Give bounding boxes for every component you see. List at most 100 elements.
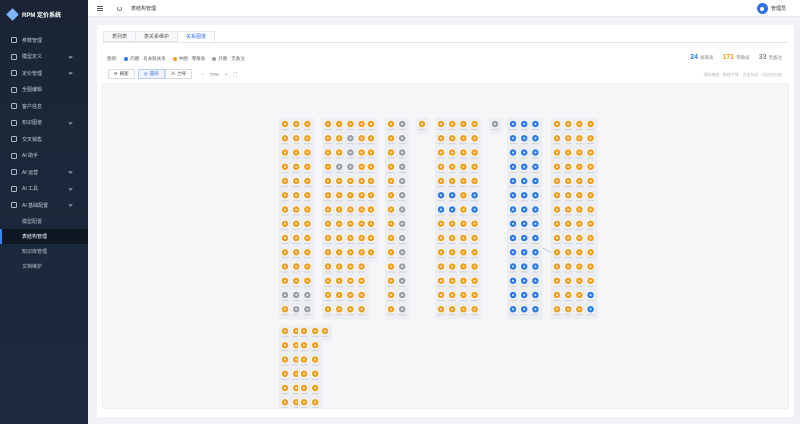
sidebar-item-1[interactable]: 模型定义 [0,49,88,66]
relation-graph[interactable] [103,84,789,409]
sidebar-item-2[interactable]: 定价管理 [0,65,88,82]
graph-node-core [338,222,341,225]
sidebar-subitem-1[interactable]: 表结构管理 [0,228,88,244]
graph-node-core [284,123,286,125]
stat-label: 零散表 [736,55,750,60]
sidebar-item-3[interactable]: 全图编辑 [0,82,88,99]
sidebar-subitem-2[interactable]: 知识库管理 [0,244,88,259]
tab-0[interactable]: 表列表 [103,31,137,42]
graph-node-core [512,265,514,268]
fit-view-icon[interactable]: ⛶ [234,72,237,77]
graph-node-core [567,294,570,296]
graph-node-core [523,222,526,225]
app-logo[interactable]: RPM 定价系统 [0,0,88,28]
graph-node-core [314,358,317,361]
graph-node-core [578,151,581,154]
graph-node-core [567,165,570,168]
graph-node-core [390,180,392,182]
sidebar-nav: 参数管理 模型定义 定价管理 全图编辑 客户信息 知识图谱 交叉销售 AI 助手 AI 运营 AI… [0,32,88,274]
graph-node-core [589,265,592,268]
graph-node-core [401,294,404,296]
layout-circle-button[interactable]: ◎ 圆形 [137,69,165,79]
layout-force-button[interactable]: ⁂ 力导 [164,69,193,79]
sidebar-item-label: 客户信息 [22,103,43,110]
graph-node-core [451,279,454,282]
graph-node-core [440,151,442,154]
graph-node-core [462,279,465,282]
sidebar-item-7[interactable]: AI 助手 [0,148,88,165]
chevron-down-icon[interactable] [68,185,73,191]
sidebar-item-label: 交叉销售 [22,136,43,143]
graph-group-11 [298,325,323,408]
graph-node-core [578,294,581,296]
zoom-out-button[interactable]: − [201,72,204,77]
graph-node-core [338,123,341,125]
graph-node-core [360,194,363,197]
sidebar-item-6[interactable]: 交叉销售 [0,131,88,148]
graph-node-core [284,294,286,296]
graph-node-core [556,265,558,268]
breadcrumb: 表结构管理 [131,5,157,12]
graph-node-core [284,308,286,311]
sidebar-item-0[interactable]: 参数管理 [0,32,88,49]
graph-node-core [327,222,329,225]
chevron-down-icon[interactable] [68,202,73,207]
graph-node-core [295,344,298,347]
app-title: RPM 定价系统 [22,12,62,19]
graph-node-core [306,208,309,211]
graph-node-core [306,194,309,197]
graph-node-core [589,165,592,168]
graph-node-core [295,358,298,361]
graph-node-core [451,165,454,168]
sidebar-subitem-3[interactable]: 文档维护 [0,259,88,274]
graph-node-core [314,330,317,332]
graph-node-core [523,237,526,239]
graph-node-core [401,265,404,268]
graph-canvas[interactable] [102,83,789,409]
user-menu[interactable]: 管理员 [756,3,786,14]
menu-toggle-icon[interactable] [97,5,103,11]
group-background [279,118,315,320]
graph-node-core [556,151,558,154]
chevron-down-icon[interactable] [68,70,73,75]
graph-node-core [462,208,465,211]
refresh-button[interactable]: ⟳ 刷新 [108,69,135,79]
sidebar-item-8[interactable]: AI 运营 [0,164,88,181]
tab-2[interactable]: 关系图谱 [177,31,216,42]
graph-node-core [494,123,496,125]
stat-value: 33 [758,54,767,61]
graph-node-core [440,279,442,282]
graph-node-core [462,251,465,254]
sidebar-subitem-0[interactable]: 模型配置 [0,214,88,229]
tab-1[interactable]: 表关系维护 [135,31,179,42]
graph-node-core [306,151,309,154]
graph-node-core [327,123,329,125]
graph-node-core [440,123,442,125]
chevron-down-icon[interactable] [68,169,73,174]
graph-node-core [295,165,298,168]
stat-item: 33 无备注 [759,54,782,61]
graph-node-core [462,194,465,197]
graph-node-core [338,279,341,282]
graph-node-core [306,222,309,225]
graph-node-core [295,222,298,225]
graph-node-core [462,137,465,140]
graph-node-core [314,387,317,389]
refresh-icon[interactable] [117,5,122,11]
graph-node-core [473,137,476,140]
sidebar-item-5[interactable]: 知识图谱 [0,115,88,132]
graph-node-core [360,308,363,311]
graph-node-core [295,265,298,268]
chevron-down-icon[interactable] [68,53,73,59]
graph-node-core [578,208,581,211]
graph-node-core [370,180,372,182]
graph-node-core [390,194,392,197]
graph-node-core [578,165,581,168]
zoom-in-button[interactable]: + [225,72,228,77]
chevron-down-icon[interactable] [68,119,73,125]
sidebar-item-9[interactable]: AI 工具 [0,181,88,198]
sidebar-item-10[interactable]: AI 基础配置 [0,197,88,214]
sidebar-item-4[interactable]: 客户信息 [0,98,88,115]
graph-node-core [390,265,392,268]
graph-node-core [578,279,581,282]
